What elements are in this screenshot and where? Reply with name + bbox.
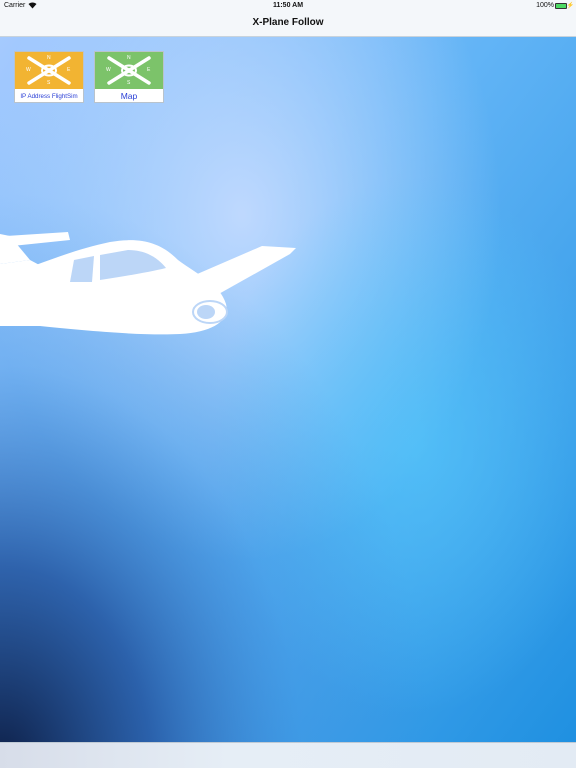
battery-percent: 100%	[536, 2, 554, 9]
compass-e-label: E	[147, 67, 151, 73]
clock-time: 11:50 AM	[272, 2, 304, 9]
navigation-bar: X-Plane Follow	[0, 12, 576, 37]
compass-icon: N S E W	[95, 52, 163, 89]
bottom-toolbar	[0, 742, 576, 768]
battery-icon	[555, 3, 567, 9]
compass-s-label: S	[127, 80, 131, 86]
compass-n-label: N	[127, 55, 131, 61]
page-title: X-Plane Follow	[252, 17, 324, 28]
compass-n-label: N	[47, 55, 51, 61]
airplane-icon	[0, 232, 296, 335]
compass-s-label: S	[47, 80, 51, 86]
map-button[interactable]: N S E W Map	[94, 51, 164, 103]
sky-background	[0, 0, 576, 768]
app-screen: Carrier 11:50 AM 100% ⚡ X-Plane Follow N…	[0, 0, 576, 768]
status-bar: Carrier 11:50 AM 100% ⚡	[0, 0, 576, 12]
ip-address-flightsim-button[interactable]: N S E W IP Address FlightSim	[14, 51, 84, 103]
compass-icon: N S E W	[15, 52, 83, 89]
compass-e-label: E	[67, 67, 71, 73]
compass-w-label: W	[26, 67, 31, 73]
compass-w-label: W	[106, 67, 111, 73]
charging-icon: ⚡	[566, 3, 574, 9]
map-label: Map	[120, 91, 138, 101]
ip-address-flightsim-label: IP Address FlightSim	[20, 93, 78, 100]
